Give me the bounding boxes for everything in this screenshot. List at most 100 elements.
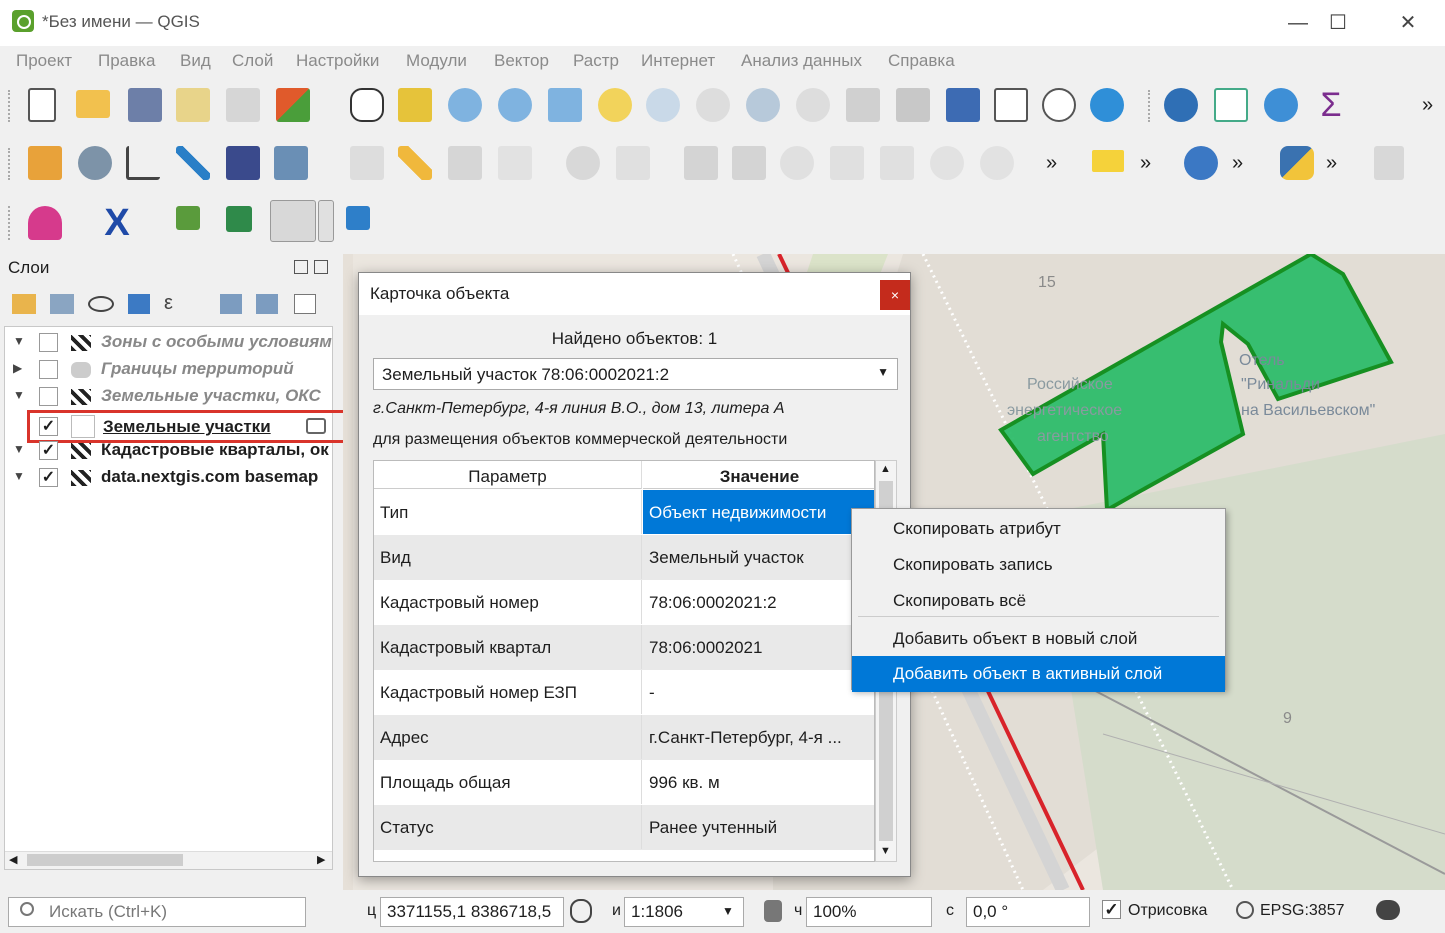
table-row[interactable]: Адрес г.Санкт-Петербург, 4-я ... xyxy=(374,715,874,760)
expand-arrow-icon[interactable]: ▼ xyxy=(13,388,25,402)
toolbar-overflow-icon[interactable]: » xyxy=(1046,152,1057,175)
scroll-up-icon[interactable]: ▲ xyxy=(880,463,891,475)
layer-item[interactable]: ▼ Земельные участки, ОКС xyxy=(5,383,334,410)
mouse-icon[interactable] xyxy=(570,899,592,923)
plugin-dropdown-arrow-icon[interactable] xyxy=(318,200,334,242)
save-edits-icon[interactable] xyxy=(448,146,482,180)
filter-icon[interactable] xyxy=(128,294,150,314)
crs-globe-icon[interactable] xyxy=(1236,901,1254,919)
zoom-native-icon[interactable] xyxy=(696,88,730,122)
layer-styling-icon[interactable] xyxy=(12,294,36,314)
add-feature-icon[interactable] xyxy=(498,146,532,180)
value-cell[interactable]: 78:06:0002021:2 xyxy=(643,580,874,624)
expand-arrow-icon[interactable]: ▼ xyxy=(13,442,25,456)
scroll-down-icon[interactable]: ▼ xyxy=(880,845,891,857)
column-header-value[interactable]: Значение xyxy=(643,461,874,489)
layer-checkbox[interactable] xyxy=(39,387,58,406)
zoom-full-icon[interactable] xyxy=(548,88,582,122)
delete-selected-icon[interactable] xyxy=(732,146,766,180)
table-row[interactable]: Кадастровый номер 78:06:0002021:2 xyxy=(374,580,874,625)
dialog-close-button[interactable]: × xyxy=(880,280,910,310)
layer-item[interactable]: ▼ Зоны с особыми условиям xyxy=(5,329,334,356)
table-row[interactable]: Кадастровый номер ЕЗП - xyxy=(374,670,874,715)
new-project-icon[interactable] xyxy=(28,88,56,122)
menu-edit[interactable]: Правка xyxy=(98,51,155,71)
vertex-tool-icon[interactable] xyxy=(566,146,600,180)
collapse-all-icon[interactable] xyxy=(256,294,278,314)
menu-help[interactable]: Справка xyxy=(888,51,955,71)
expression-filter-icon[interactable]: ε xyxy=(164,292,173,315)
identify-features-icon[interactable] xyxy=(1164,88,1198,122)
value-cell[interactable]: - xyxy=(643,670,874,714)
temporal-controller-icon[interactable] xyxy=(1042,88,1076,122)
zoom-last-icon[interactable] xyxy=(746,88,780,122)
add-group-icon[interactable] xyxy=(50,294,74,314)
scrollbar-thumb[interactable] xyxy=(27,854,183,866)
add-layer-plugin-icon[interactable] xyxy=(176,206,200,230)
menu-raster[interactable]: Растр xyxy=(573,51,619,71)
paste-features-icon[interactable] xyxy=(880,146,914,180)
zoom-out-icon[interactable] xyxy=(498,88,532,122)
magnifier-field[interactable]: 100% xyxy=(806,897,932,927)
bookmark-icon[interactable] xyxy=(946,88,980,122)
zoom-to-layer-icon[interactable] xyxy=(646,88,680,122)
table-row[interactable]: Кадастровый квартал 78:06:0002021 xyxy=(374,625,874,670)
value-cell-selected[interactable]: Объект недвижимости xyxy=(643,490,874,534)
cut-features-icon[interactable] xyxy=(780,146,814,180)
expand-arrow-icon[interactable]: ▼ xyxy=(13,469,25,483)
new-shapefile-icon[interactable] xyxy=(274,146,308,180)
layer-checkbox[interactable] xyxy=(39,333,58,352)
column-header-param[interactable]: Параметр xyxy=(374,461,642,489)
horizontal-scrollbar[interactable]: ◀ ▶ xyxy=(5,851,332,869)
add-postgis-layer-icon[interactable] xyxy=(78,146,112,180)
layer-item[interactable]: ▼ ✓ Кадастровые кварталы, ок xyxy=(5,437,334,464)
toolbar-overflow-icon[interactable]: » xyxy=(1140,152,1151,175)
expand-all-icon[interactable] xyxy=(220,294,242,314)
rotation-field[interactable]: 0,0 ° xyxy=(966,897,1090,927)
layout-manager-icon[interactable] xyxy=(226,88,260,122)
save-project-icon[interactable] xyxy=(128,88,162,122)
toggle-editing-icon[interactable] xyxy=(398,146,432,180)
layer-checkbox[interactable]: ✓ xyxy=(39,468,58,487)
menu-web[interactable]: Интернет xyxy=(641,51,715,71)
pan-hand-icon[interactable] xyxy=(350,88,384,122)
layer-item[interactable]: ▶ Границы территорий xyxy=(5,356,334,383)
nextgis-x-icon[interactable]: X xyxy=(100,204,134,242)
redo-icon[interactable] xyxy=(980,146,1014,180)
value-cell[interactable]: 78:06:0002021 xyxy=(643,625,874,669)
lock-scale-icon[interactable] xyxy=(764,900,782,922)
toolbox-gear-icon[interactable] xyxy=(1264,88,1298,122)
python-console-icon[interactable] xyxy=(1280,146,1314,180)
menu-item-copy-record[interactable]: Скопировать запись xyxy=(852,547,1225,583)
attribute-table-icon[interactable] xyxy=(1214,88,1248,122)
pan-to-selection-icon[interactable] xyxy=(398,88,432,122)
render-checkbox[interactable]: ✓ xyxy=(1102,900,1121,919)
new-print-layout-icon[interactable] xyxy=(176,88,210,122)
refresh-icon[interactable] xyxy=(1090,88,1124,122)
coordinate-field[interactable]: 3371155,1 8386718,5 xyxy=(380,897,564,927)
table-row[interactable]: Площадь общая 996 кв. м xyxy=(374,760,874,805)
expand-arrow-icon[interactable]: ▶ xyxy=(13,361,22,375)
menu-processing[interactable]: Анализ данных xyxy=(741,51,862,71)
menu-vector[interactable]: Вектор xyxy=(494,51,549,71)
zoom-next-icon[interactable] xyxy=(796,88,830,122)
data-source-manager-icon[interactable] xyxy=(28,146,62,180)
layer-checkbox[interactable]: ✓ xyxy=(39,417,58,436)
layer-checkbox[interactable] xyxy=(39,360,58,379)
value-cell[interactable]: Ранее учтенный xyxy=(643,805,874,849)
menu-view[interactable]: Вид xyxy=(180,51,211,71)
user-plugin-icon[interactable] xyxy=(28,206,62,240)
active-plugin-button[interactable] xyxy=(270,200,316,242)
menu-item-add-to-active-layer[interactable]: Добавить объект в активный слой xyxy=(852,656,1225,692)
menu-item-copy-attribute[interactable]: Скопировать атрибут xyxy=(852,511,1225,547)
messages-icon[interactable] xyxy=(1376,900,1400,920)
undo-icon[interactable] xyxy=(930,146,964,180)
remove-layer-icon[interactable] xyxy=(294,294,316,314)
scroll-right-icon[interactable]: ▶ xyxy=(317,853,325,866)
search-plugin-icon[interactable] xyxy=(346,206,370,230)
add-virtual-layer-icon[interactable] xyxy=(226,146,260,180)
menu-item-add-to-new-layer[interactable]: Добавить объект в новый слой xyxy=(852,621,1225,657)
close-panel-icon[interactable] xyxy=(314,260,328,274)
menu-item-copy-all[interactable]: Скопировать всё xyxy=(852,583,1225,619)
style-manager-icon[interactable] xyxy=(276,88,310,122)
